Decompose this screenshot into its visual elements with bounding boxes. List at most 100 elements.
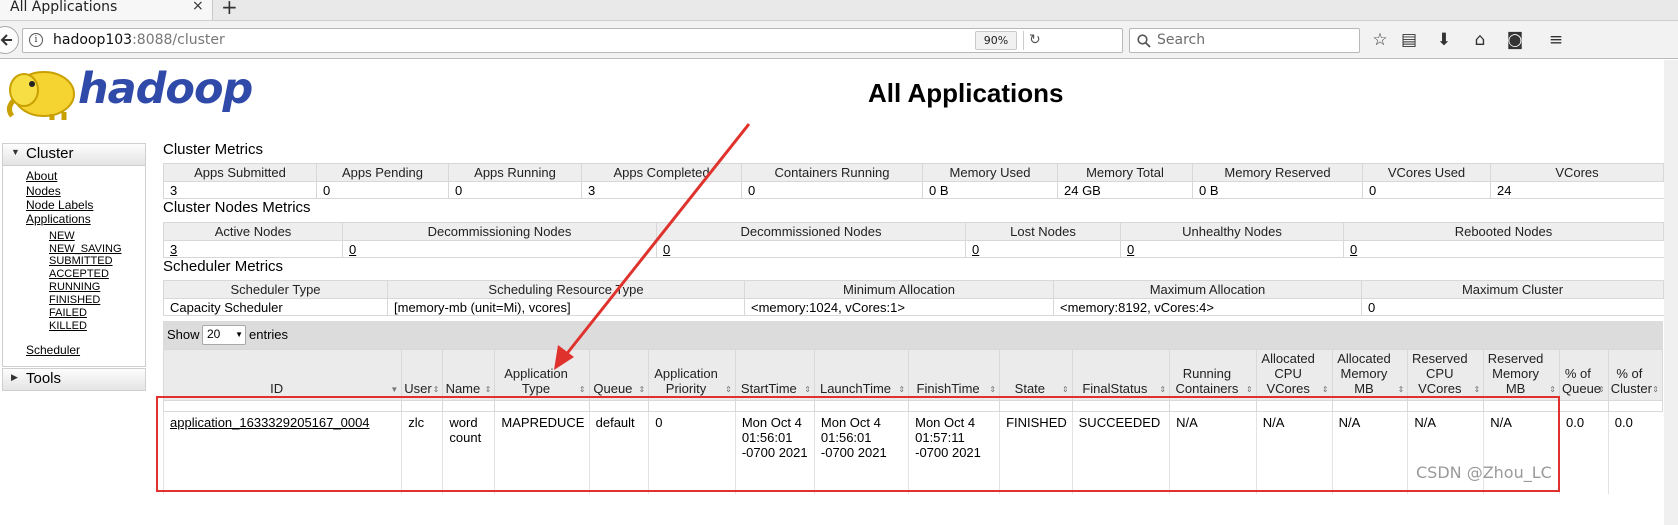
site-info-icon[interactable]: i — [29, 33, 43, 47]
col-header-finishtime[interactable]: FinishTime ⇕ — [908, 349, 1001, 401]
value-scheduling-resource-type: [memory-mb (unit=Mi), vcores] — [387, 298, 745, 316]
col-header-application-type[interactable]: Application Type ⇕ — [494, 349, 590, 401]
vertical-scrollbar[interactable] — [1664, 60, 1678, 525]
node-metrics-title: Cluster Nodes Metrics — [163, 199, 311, 216]
link-rebooted-nodes[interactable]: 0 — [1343, 240, 1664, 258]
table-length-bar: Show 20 ▼ entries — [163, 321, 1663, 349]
reading-list-icon[interactable]: ▤ — [1398, 29, 1420, 51]
tools-nav-panel: ▶ Tools — [2, 368, 146, 391]
header-memory-reserved: Memory Reserved — [1192, 163, 1363, 182]
col-label-running-containers: Running Containers — [1175, 366, 1239, 396]
search-placeholder: Search — [1157, 32, 1206, 48]
entries-select[interactable]: 20 ▼ — [202, 325, 246, 345]
cluster-metrics-title: Cluster Metrics — [163, 141, 264, 158]
search-box[interactable]: Search — [1129, 28, 1360, 53]
value-scheduler-type: Capacity Scheduler — [163, 298, 388, 316]
header-minimum-allocation: Minimum Allocation — [744, 280, 1054, 299]
new-tab-button[interactable]: + — [221, 0, 238, 19]
bookmark-star-icon[interactable]: ☆ — [1369, 29, 1391, 51]
tools-nav-header[interactable]: ▶ Tools — [3, 369, 145, 391]
sort-icon: ⇕ — [578, 385, 586, 394]
search-icon — [1137, 34, 1151, 48]
cluster-nav-header[interactable]: ▼ Cluster — [3, 144, 145, 166]
download-icon[interactable]: ⬇ — [1433, 29, 1455, 51]
home-icon[interactable]: ⌂ — [1469, 29, 1491, 51]
col-header-user[interactable]: User ⇕ — [401, 349, 444, 401]
hadoop-logo[interactable]: hadoop — [2, 62, 254, 124]
nav-state-new[interactable]: NEW — [49, 230, 75, 242]
sort-icon: ⇕ — [898, 385, 906, 394]
sort-icon: ⇕ — [1549, 385, 1556, 394]
header-containers-running: Containers Running — [741, 163, 923, 182]
sort-icon: ⇕ — [638, 385, 646, 394]
scheduler-metrics-title: Scheduler Metrics — [163, 258, 284, 275]
header-apps-submitted: Apps Submitted — [163, 163, 317, 182]
col-header-id[interactable]: ID ▼ — [162, 349, 403, 401]
col-header-queue[interactable]: Queue ⇕ — [588, 349, 650, 401]
col-header-allocated-cpu-vcores[interactable]: Allocated CPU VCores ⇕ — [1255, 349, 1333, 401]
value-vcores: 24 — [1490, 181, 1664, 199]
cluster-nav-label: Cluster — [26, 145, 74, 162]
col-header-reserved-cpu-vcores[interactable]: Reserved CPU VCores ⇕ — [1407, 349, 1485, 401]
header-decommissioning-nodes: Decommissioning Nodes — [342, 222, 657, 241]
sort-icon: ⇕ — [1321, 385, 1329, 394]
link-unhealthy-nodes[interactable]: 0 — [1120, 240, 1344, 258]
nav-link-applications[interactable]: Applications — [26, 212, 91, 226]
menu-icon[interactable]: ≡ — [1545, 29, 1567, 51]
tab-bar: All Applications × + — [0, 0, 1678, 21]
col-header-running-containers[interactable]: Running Containers ⇕ — [1169, 349, 1257, 401]
nav-state-submitted[interactable]: SUBMITTED — [49, 255, 113, 267]
pocket-icon[interactable]: ◙ — [1504, 29, 1526, 51]
col-header-name[interactable]: Name ⇕ — [442, 349, 496, 401]
nav-state-running[interactable]: RUNNING — [49, 281, 100, 293]
link-decommissioned-nodes[interactable]: 0 — [656, 240, 966, 258]
close-tab-icon[interactable]: × — [192, 0, 204, 14]
col-header-launchtime[interactable]: LaunchTime ⇕ — [813, 349, 910, 401]
sort-icon: ⇕ — [1246, 385, 1253, 394]
link-lost-nodes[interactable]: 0 — [965, 240, 1121, 258]
col-header-percent-of-queue[interactable]: % of Queue ⇕ — [1559, 349, 1609, 401]
col-header-finalstatus[interactable]: FinalStatus ⇕ — [1071, 349, 1171, 401]
col-header-allocated-memory-mb[interactable]: Allocated Memory MB ⇕ — [1331, 349, 1409, 401]
dropdown-arrow-icon: ▼ — [235, 330, 243, 339]
col-header-starttime[interactable]: StartTime ⇕ — [734, 349, 815, 401]
header-lost-nodes: Lost Nodes — [965, 222, 1121, 241]
value-containers-running: 0 — [741, 181, 923, 199]
nav-state-failed[interactable]: FAILED — [49, 307, 87, 319]
col-header-percent-of-cluster[interactable]: % of Cluster ⇕ — [1607, 349, 1664, 401]
nav-link-nodes[interactable]: Nodes — [26, 184, 61, 198]
col-header-application-priority[interactable]: Application Priority ⇕ — [648, 349, 736, 401]
header-memory-total: Memory Total — [1057, 163, 1193, 182]
col-label-application-priority: Application Priority — [654, 366, 718, 396]
sort-icon: ⇕ — [1473, 385, 1481, 394]
back-button[interactable] — [0, 26, 19, 54]
entries-select-value: 20 — [207, 327, 221, 341]
value-memory-reserved: 0 B — [1192, 181, 1363, 199]
reload-icon[interactable]: ↻ — [1029, 32, 1041, 48]
col-header-reserved-memory-mb[interactable]: Reserved Memory MB ⇕ — [1483, 349, 1560, 401]
zoom-level-button[interactable]: 90% — [975, 31, 1017, 50]
caret-down-icon: ▼ — [11, 147, 20, 157]
nav-link-scheduler[interactable]: Scheduler — [26, 343, 80, 357]
header-scheduling-resource-type: Scheduling Resource Type — [387, 280, 745, 299]
header-apps-completed: Apps Completed — [581, 163, 742, 182]
header-rebooted-nodes: Rebooted Nodes — [1343, 222, 1664, 241]
nav-state-finished[interactable]: FINISHED — [49, 294, 100, 306]
url-text: hadoop103:8088/cluster — [53, 32, 225, 48]
nav-state-new-saving[interactable]: NEW_SAVING — [49, 243, 122, 255]
nav-link-node-labels[interactable]: Node Labels — [26, 198, 93, 212]
col-header-state[interactable]: State ⇕ — [999, 349, 1073, 401]
filter-cell[interactable] — [1559, 400, 1609, 412]
annotation-highlight-box — [156, 396, 1560, 492]
link-decommissioning-nodes[interactable]: 0 — [342, 240, 657, 258]
sort-icon: ⇕ — [1159, 385, 1167, 394]
link-active-nodes[interactable]: 3 — [163, 240, 343, 258]
value-maximum-cluster: 0 — [1361, 298, 1664, 316]
filter-cell[interactable] — [1607, 400, 1664, 412]
header-apps-pending: Apps Pending — [316, 163, 449, 182]
nav-state-accepted[interactable]: ACCEPTED — [49, 268, 109, 280]
nav-link-about[interactable]: About — [26, 169, 57, 183]
tab-all-applications[interactable]: All Applications × — [0, 0, 213, 20]
address-bar[interactable]: i hadoop103:8088/cluster 90% ↻ — [22, 28, 1123, 53]
nav-state-killed[interactable]: KILLED — [49, 320, 87, 332]
